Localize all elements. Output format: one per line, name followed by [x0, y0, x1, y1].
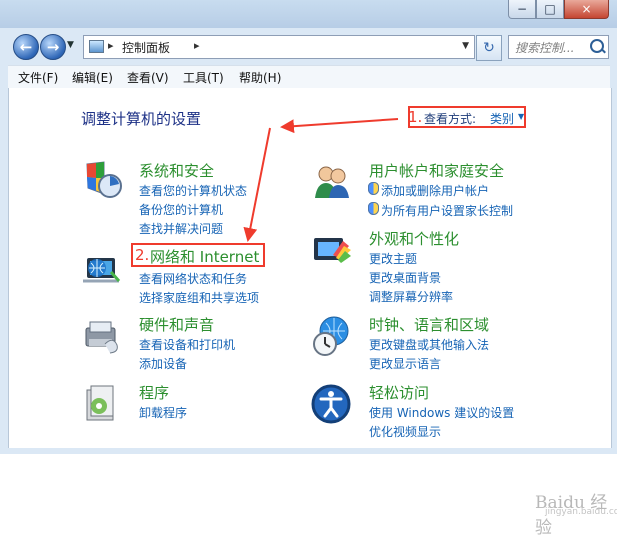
- page-title: 调整计算机的设置: [81, 110, 202, 128]
- menu-file[interactable]: 文件(F): [18, 69, 58, 86]
- hardware-sound-icon: [85, 321, 118, 354]
- user-accounts-title[interactable]: 用户帐户和家庭安全: [369, 160, 504, 181]
- user-accounts-icon: [315, 166, 349, 198]
- maximize-button[interactable]: □: [536, 0, 564, 19]
- add-device-link[interactable]: 添加设备: [139, 355, 187, 372]
- breadcrumb-control-panel[interactable]: 控制面板: [122, 39, 170, 56]
- minimize-button[interactable]: −: [508, 0, 536, 19]
- menu-bar: 文件(F) 编辑(E) 查看(V) 工具(T) 帮助(H): [8, 65, 610, 89]
- programs-title[interactable]: 程序: [139, 382, 169, 403]
- category-ease-of-access: 轻松访问 使用 Windows 建议的设置 优化视频显示: [309, 382, 559, 452]
- menu-edit[interactable]: 编辑(E): [72, 69, 113, 86]
- clock-language-icon: [313, 316, 349, 356]
- troubleshoot-link[interactable]: 查找并解决问题: [139, 220, 223, 237]
- screen-resolution-link[interactable]: 调整屏幕分辨率: [369, 288, 453, 305]
- ease-of-access-icon: [311, 384, 351, 424]
- category-system-security: 系统和安全 查看您的计算机状态 备份您的计算机 查找并解决问题: [79, 160, 329, 236]
- view-by-value[interactable]: 类别: [490, 110, 514, 127]
- appearance-title[interactable]: 外观和个性化: [369, 228, 459, 249]
- view-network-status-link[interactable]: 查看网络状态和任务: [139, 270, 247, 287]
- search-icon[interactable]: [590, 39, 604, 53]
- display-language-link[interactable]: 更改显示语言: [369, 355, 441, 372]
- menu-view[interactable]: 查看(V): [127, 69, 169, 86]
- control-panel-icon: [89, 40, 104, 53]
- category-programs: 程序 卸载程序: [79, 382, 329, 452]
- menu-tools[interactable]: 工具(T): [183, 69, 224, 86]
- backup-computer-link[interactable]: 备份您的计算机: [139, 201, 223, 218]
- system-security-icon: [86, 161, 122, 198]
- back-button[interactable]: ←: [13, 34, 39, 60]
- clock-language-title[interactable]: 时钟、语言和区域: [369, 314, 489, 335]
- watermark-url: jingyan.baidu.com: [545, 507, 617, 517]
- menu-help[interactable]: 帮助(H): [239, 69, 281, 86]
- homegroup-sharing-link[interactable]: 选择家庭组和共享选项: [139, 289, 259, 306]
- category-hardware-sound: 硬件和声音 查看设备和打印机 添加设备: [79, 314, 329, 384]
- forward-button[interactable]: →: [40, 34, 66, 60]
- keyboard-input-link[interactable]: 更改键盘或其他输入法: [369, 336, 489, 353]
- recent-pages-icon[interactable]: ▼: [67, 40, 74, 50]
- title-bar: − □ ×: [0, 0, 617, 28]
- breadcrumb-separator-icon[interactable]: ▸: [108, 39, 114, 52]
- search-placeholder: 搜索控制...: [515, 41, 575, 55]
- annotation-2: 2.: [135, 246, 150, 264]
- address-dropdown-icon[interactable]: ▼: [462, 41, 469, 51]
- optimize-video-display-link[interactable]: 优化视频显示: [369, 423, 441, 440]
- network-internet-highlight[interactable]: 2. 网络和 Internet: [131, 243, 265, 267]
- address-bar[interactable]: ▸ 控制面板 ▸ ▼: [83, 35, 475, 59]
- search-input[interactable]: 搜索控制...: [508, 35, 609, 59]
- network-internet-title[interactable]: 网络和 Internet: [150, 246, 259, 267]
- uac-shield-icon: [368, 182, 379, 195]
- breadcrumb-separator-icon[interactable]: ▸: [194, 39, 200, 52]
- close-button[interactable]: ×: [564, 0, 609, 19]
- category-clock-language: 时钟、语言和区域 更改键盘或其他输入法 更改显示语言: [309, 314, 559, 384]
- system-security-title[interactable]: 系统和安全: [139, 160, 214, 181]
- view-by-control[interactable]: 查看方式: 类别 ▼: [408, 106, 526, 128]
- devices-printers-link[interactable]: 查看设备和打印机: [139, 336, 235, 353]
- control-panel-window: − □ × ← → ▼ ▸ 控制面板 ▸ ▼ ↻ 搜索控制... 文件(F) 编…: [0, 0, 617, 538]
- hardware-sound-title[interactable]: 硬件和声音: [139, 314, 214, 335]
- uac-shield-icon: [368, 202, 379, 215]
- view-by-dropdown-icon[interactable]: ▼: [518, 112, 524, 121]
- appearance-icon: [314, 238, 351, 263]
- change-background-link[interactable]: 更改桌面背景: [369, 269, 441, 286]
- parental-controls-link[interactable]: 为所有用户设置家长控制: [381, 202, 513, 219]
- category-appearance: 外观和个性化 更改主题 更改桌面背景 调整屏幕分辨率: [309, 228, 559, 304]
- network-internet-icon: [83, 258, 121, 283]
- ease-of-access-title[interactable]: 轻松访问: [369, 382, 429, 403]
- change-theme-link[interactable]: 更改主题: [369, 250, 417, 267]
- uninstall-program-link[interactable]: 卸载程序: [139, 404, 187, 421]
- recommended-settings-link[interactable]: 使用 Windows 建议的设置: [369, 404, 514, 421]
- control-panel-content: 调整计算机的设置 1. 查看方式: 类别 ▼ 系统和安全 查看您的计算机状态 备…: [8, 88, 617, 538]
- refresh-button[interactable]: ↻: [476, 35, 502, 61]
- view-by-label: 查看方式:: [424, 112, 477, 126]
- programs-icon: [86, 385, 114, 421]
- address-row: ← → ▼ ▸ 控制面板 ▸ ▼ ↻ 搜索控制...: [0, 30, 617, 62]
- add-remove-user-link[interactable]: 添加或删除用户帐户: [381, 182, 489, 199]
- baidu-watermark: Baidu 经验 jingyan.baidu.com: [525, 488, 617, 538]
- category-user-accounts: 用户帐户和家庭安全 添加或删除用户帐户 为所有用户设置家长控制: [309, 160, 559, 230]
- view-computer-status-link[interactable]: 查看您的计算机状态: [139, 182, 247, 199]
